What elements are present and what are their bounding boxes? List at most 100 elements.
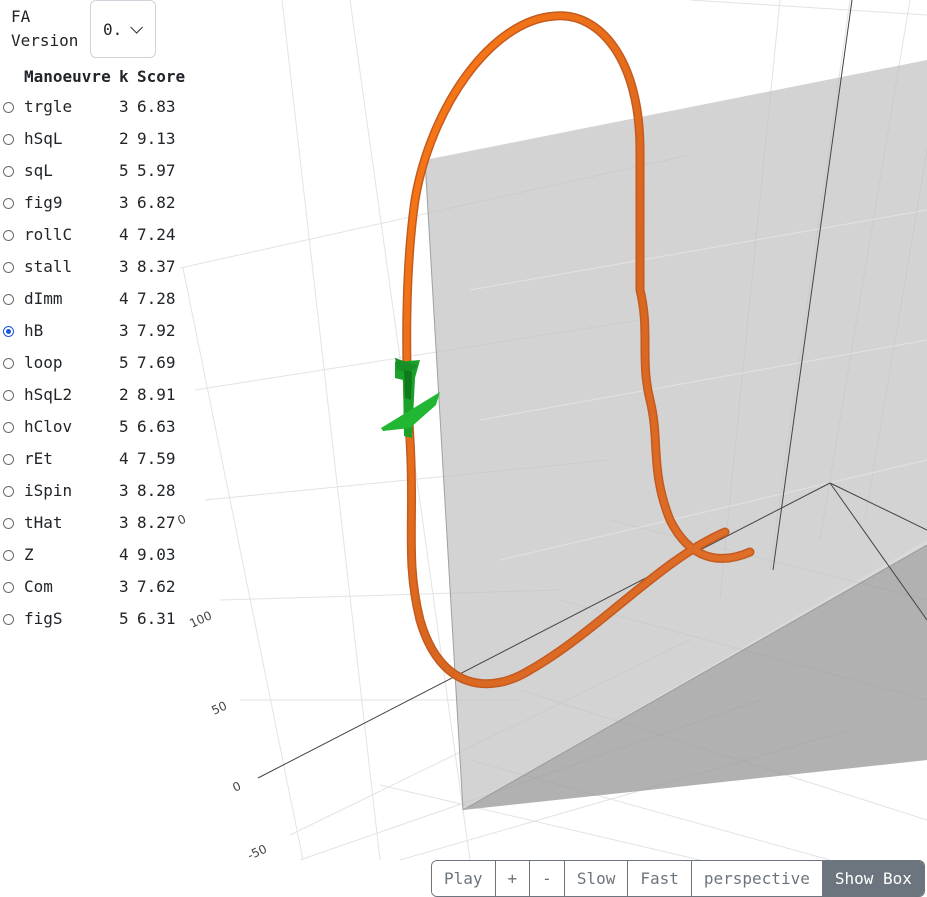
- manoeuvre-name: tHat: [24, 512, 63, 532]
- manoeuvre-score: 9.03: [137, 544, 176, 564]
- table-row[interactable]: rollC 4 7.24: [0, 218, 185, 250]
- manoeuvre-k: 2: [119, 128, 129, 148]
- manoeuvre-score: 5.97: [137, 160, 176, 180]
- manoeuvre-name: rEt: [24, 448, 53, 468]
- table-row[interactable]: hClov 5 6.63: [0, 410, 185, 442]
- manoeuvre-rows: trgle 3 6.83 hSqL 2 9.13 sqL 5 5.97 fig9 3 6.82 roll…: [0, 90, 185, 634]
- table-row[interactable]: trgle 3 6.83: [0, 90, 185, 122]
- playback-controls: Play + - Slow Fast perspective Show Box: [431, 860, 925, 897]
- manoeuvre-radio[interactable]: [3, 325, 14, 337]
- table-row[interactable]: hB 3 7.92: [0, 314, 185, 346]
- header-k: k: [119, 66, 129, 86]
- manoeuvre-radio[interactable]: [3, 485, 14, 497]
- manoeuvre-radio[interactable]: [3, 517, 14, 529]
- manoeuvre-score: 6.31: [137, 608, 176, 628]
- manoeuvre-radio[interactable]: [3, 549, 14, 561]
- manoeuvre-name: stall: [24, 256, 73, 276]
- table-row[interactable]: rEt 4 7.59: [0, 442, 185, 474]
- tick-label: 0: [230, 779, 243, 795]
- table-row[interactable]: loop 5 7.69: [0, 346, 185, 378]
- manoeuvre-table: Manoeuvre k Score trgle 3 6.83 hSqL 2 9.13 sqL…: [0, 62, 185, 634]
- manoeuvre-k: 4: [119, 224, 129, 244]
- manoeuvre-radio[interactable]: [3, 453, 14, 465]
- manoeuvre-name: iSpin: [24, 480, 73, 500]
- manoeuvre-radio[interactable]: [3, 197, 14, 209]
- manoeuvre-name: hClov: [24, 416, 73, 436]
- manoeuvre-radio[interactable]: [3, 101, 14, 113]
- manoeuvre-name: Com: [24, 576, 53, 596]
- manoeuvre-radio[interactable]: [3, 261, 14, 273]
- table-row[interactable]: Com 3 7.62: [0, 570, 185, 602]
- manoeuvre-radio[interactable]: [3, 389, 14, 401]
- axis-tick-labels: -50 0 50 100 0: [175, 512, 269, 863]
- manoeuvre-k: 5: [119, 416, 129, 436]
- perspective-button[interactable]: perspective: [691, 861, 823, 896]
- manoeuvre-name: trgle: [24, 96, 73, 116]
- table-row[interactable]: hSqL 2 9.13: [0, 122, 185, 154]
- table-header-row: Manoeuvre k Score: [0, 62, 185, 90]
- fa-version-value: 0.: [103, 19, 123, 39]
- manoeuvre-k: 3: [119, 96, 129, 116]
- header-manoeuvre: Manoeuvre: [24, 66, 111, 86]
- manoeuvre-score: 8.37: [137, 256, 176, 276]
- manoeuvre-k: 3: [119, 576, 129, 596]
- manoeuvre-radio[interactable]: [3, 613, 14, 625]
- manoeuvre-k: 5: [119, 352, 129, 372]
- table-row[interactable]: iSpin 3 8.28: [0, 474, 185, 506]
- manoeuvre-k: 3: [119, 480, 129, 500]
- play-button[interactable]: Play: [432, 861, 496, 896]
- manoeuvre-k: 3: [119, 256, 129, 276]
- manoeuvre-radio[interactable]: [3, 581, 14, 593]
- tick-label: 100: [187, 608, 214, 630]
- table-row[interactable]: hSqL2 2 8.91: [0, 378, 185, 410]
- manoeuvre-score: 6.63: [137, 416, 176, 436]
- manoeuvre-score: 7.24: [137, 224, 176, 244]
- manoeuvre-name: fig9: [24, 192, 63, 212]
- manoeuvre-score: 7.69: [137, 352, 176, 372]
- header-score: Score: [137, 66, 186, 86]
- tick-label: -50: [245, 842, 269, 863]
- table-row[interactable]: Z 4 9.03: [0, 538, 185, 570]
- manoeuvre-score: 8.27: [137, 512, 176, 532]
- manoeuvre-name: rollC: [24, 224, 73, 244]
- speed-down-button[interactable]: -: [530, 861, 565, 896]
- manoeuvre-name: figS: [24, 608, 63, 628]
- manoeuvre-radio[interactable]: [3, 293, 14, 305]
- table-row[interactable]: figS 5 6.31: [0, 602, 185, 634]
- tick-label: 50: [209, 699, 229, 718]
- manoeuvre-name: dImm: [24, 288, 63, 308]
- manoeuvre-radio[interactable]: [3, 421, 14, 433]
- manoeuvre-radio[interactable]: [3, 229, 14, 241]
- manoeuvre-k: 3: [119, 512, 129, 532]
- manoeuvre-k: 2: [119, 384, 129, 404]
- manoeuvre-k: 4: [119, 544, 129, 564]
- table-row[interactable]: dImm 4 7.28: [0, 282, 185, 314]
- manoeuvre-radio[interactable]: [3, 357, 14, 369]
- table-row[interactable]: stall 3 8.37: [0, 250, 185, 282]
- manoeuvre-k: 5: [119, 608, 129, 628]
- manoeuvre-name: hB: [24, 320, 44, 340]
- manoeuvre-score: 8.91: [137, 384, 176, 404]
- show-box-button[interactable]: Show Box: [822, 861, 924, 896]
- manoeuvre-k: 3: [119, 320, 129, 340]
- fast-button[interactable]: Fast: [628, 861, 692, 896]
- manoeuvre-k: 3: [119, 192, 129, 212]
- manoeuvre-score: 7.59: [137, 448, 176, 468]
- table-row[interactable]: tHat 3 8.27: [0, 506, 185, 538]
- manoeuvre-name: Z: [24, 544, 34, 564]
- table-row[interactable]: fig9 3 6.82: [0, 186, 185, 218]
- manoeuvre-radio[interactable]: [3, 133, 14, 145]
- manoeuvre-radio[interactable]: [3, 165, 14, 177]
- table-row[interactable]: sqL 5 5.97: [0, 154, 185, 186]
- fa-version-select[interactable]: 0.: [90, 0, 156, 58]
- fa-version-label: FA Version: [11, 7, 79, 50]
- aircraft-icon: [381, 358, 440, 438]
- manoeuvre-k: 4: [119, 288, 129, 308]
- slow-button[interactable]: Slow: [564, 861, 629, 896]
- manoeuvre-name: hSqL: [24, 128, 63, 148]
- manoeuvre-k: 5: [119, 160, 129, 180]
- speed-up-button[interactable]: +: [495, 861, 531, 896]
- chevron-down-icon: [130, 20, 144, 34]
- manoeuvre-score: 7.92: [137, 320, 176, 340]
- manoeuvre-k: 4: [119, 448, 129, 468]
